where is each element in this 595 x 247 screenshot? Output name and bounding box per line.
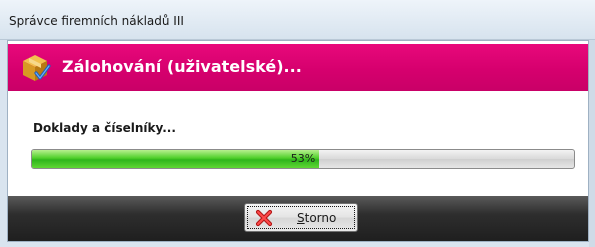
window-title: Správce firemních nákladů III [9, 14, 184, 28]
banner-title: Zálohování (uživatelské)... [62, 57, 302, 76]
button-bar: Storno [8, 196, 588, 241]
red-x-icon [255, 209, 273, 227]
progress-bar: 53% [31, 149, 575, 169]
cancel-button[interactable]: Storno [244, 203, 358, 232]
header-banner: Zálohování (uživatelské)... [8, 44, 588, 91]
cancel-button-label: Storno [297, 211, 336, 225]
cancel-button-label-rest: torno [304, 211, 337, 225]
status-text: Doklady a číselníky... [33, 121, 176, 135]
cancel-button-access-key: S [297, 211, 305, 225]
window-border-right [589, 40, 595, 247]
progress-percent: 53% [290, 152, 316, 165]
backup-box-check-icon [23, 55, 51, 81]
dialog-window: Správce firemních nákladů III Zálohování… [0, 0, 595, 247]
title-bar[interactable]: Správce firemních nákladů III [0, 0, 595, 40]
content-area: Doklady a číselníky... 53% [8, 93, 588, 196]
